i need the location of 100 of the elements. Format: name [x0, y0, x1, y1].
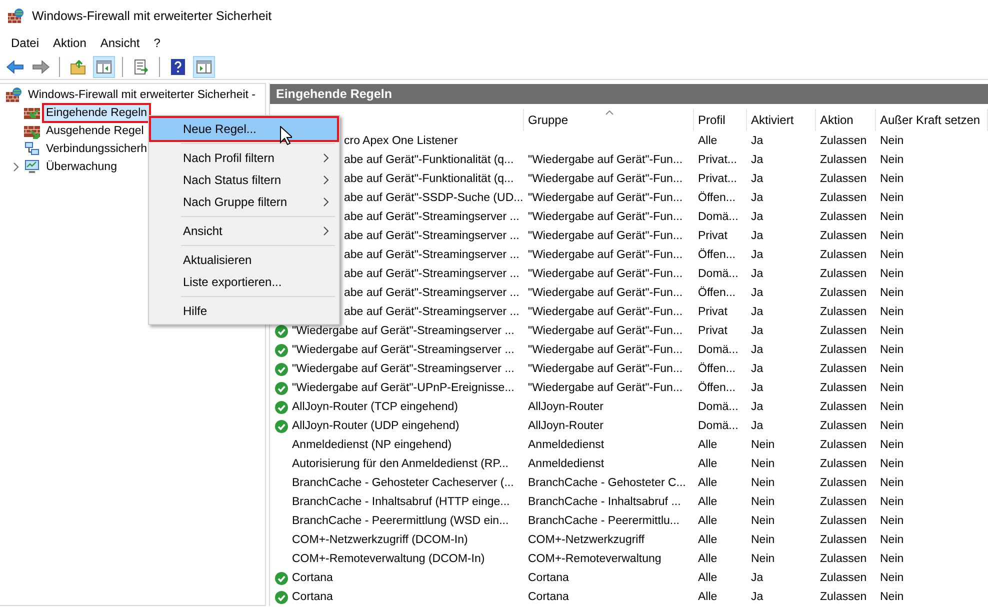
- table-cell-text: "Wiedergabe auf Gerät"-Streamingserver ...: [292, 362, 514, 377]
- table-cell-text: Privat: [697, 324, 728, 339]
- menu-item[interactable]: Nach Profil filtern: [151, 147, 337, 169]
- table-cell-text: Ja: [750, 153, 764, 168]
- table-cell-text: Nein: [879, 172, 905, 187]
- check-icon: [275, 324, 288, 338]
- table-cell-text: Anmeldedienst (NP eingehend): [292, 438, 452, 453]
- menu-item[interactable]: ?: [146, 32, 168, 54]
- table-cell-text: Cortana: [292, 571, 333, 586]
- table-cell-text: abe auf Gerät"-Streamingserver ...: [344, 305, 520, 320]
- menu-item[interactable]: Liste exportieren...: [151, 271, 337, 293]
- menu-item[interactable]: Hilfe: [151, 300, 337, 322]
- table-cell-text: Alle: [697, 571, 718, 586]
- table-cell-text: "Wiedergabe auf Gerät"-Fun...: [527, 210, 684, 225]
- table-cell-text: Ja: [750, 381, 764, 396]
- help-icon: [171, 58, 185, 74]
- table-cell-text: Öffen...: [697, 285, 737, 301]
- table-cell-text: Nein: [879, 419, 905, 434]
- table-cell-text: abe auf Gerät"-Streamingserver ...: [344, 286, 520, 301]
- table-cell-text: Nein: [879, 134, 905, 149]
- tree-item[interactable]: Verbindungssicherh: [44, 141, 150, 157]
- column-header[interactable]: Aktion: [816, 109, 876, 131]
- menu-item[interactable]: Nach Gruppe filtern: [151, 191, 337, 213]
- table-cell-text: "Wiedergabe auf Gerät"-Fun...: [527, 381, 684, 396]
- table-cell-text: Nein: [750, 514, 776, 529]
- table-cell-text: Zulassen: [819, 343, 868, 358]
- toolbar-button[interactable]: [193, 56, 215, 78]
- table-cell-text: Ja: [750, 305, 764, 320]
- table-cell-text: Anmeldedienst: [527, 438, 606, 453]
- table-cell-text: Nein: [879, 552, 905, 567]
- table-cell-text: Autorisierung für den Anmeldedienst (RP...: [292, 457, 508, 472]
- mouse-cursor-icon: [280, 126, 292, 146]
- table-cell-text: Nein: [879, 533, 905, 548]
- table-cell-text: Ja: [750, 210, 764, 225]
- folder-up-icon: [70, 58, 86, 74]
- table-cell-text: Ja: [750, 172, 764, 187]
- forward-arrow-icon: [32, 58, 50, 74]
- table-cell-text: Privat: [697, 229, 728, 244]
- table-cell-text: COM+-Remoteverwaltung (DCOM-In): [292, 552, 485, 567]
- table-cell-text: COM+-Netzwerkzugriff (DCOM-In): [292, 533, 468, 548]
- table-cell-text: Nein: [879, 400, 905, 415]
- table-cell-text: Nein: [879, 153, 905, 168]
- table-cell-text: Zulassen: [819, 305, 868, 320]
- table-cell-text: Privat: [697, 305, 728, 320]
- table-cell-text: Öffen...: [697, 190, 737, 206]
- table-cell-text: Nein: [879, 590, 905, 605]
- column-header[interactable]: Profil: [694, 109, 747, 131]
- table-cell-text: Nein: [750, 476, 776, 491]
- menu-item[interactable]: Datei: [4, 32, 46, 54]
- column-header[interactable]: Aktiviert: [747, 109, 816, 131]
- check-icon: [275, 420, 288, 432]
- table-cell-text: Zulassen: [819, 153, 868, 168]
- tree-item[interactable]: Ausgehende Regel: [44, 123, 146, 139]
- column-header[interactable]: Außer Kraft setzen: [876, 109, 988, 131]
- column-header[interactable]: Gruppe: [524, 109, 694, 131]
- table-cell-text: Zulassen: [819, 419, 868, 434]
- table-cell-text: Cortana: [292, 590, 333, 605]
- pane-icon: [96, 58, 112, 74]
- table-cell-text: abe auf Gerät"-Streamingserver ...: [344, 267, 520, 282]
- table-cell-text: Alle: [697, 514, 718, 529]
- menu-item[interactable]: Ansicht: [151, 220, 337, 242]
- monitor-icon: [24, 159, 40, 175]
- table-cell-text: Ja: [750, 248, 764, 263]
- check-icon: [275, 572, 288, 584]
- table-cell-text: Alle: [697, 495, 718, 510]
- check-icon: [275, 382, 288, 394]
- table-cell-text: BranchCache - Inhaltsabruf ...: [527, 495, 682, 510]
- table-cell-text: Anmeldedienst: [527, 457, 606, 472]
- table-cell-text: BranchCache - Peerermittlung (WSD ein...: [292, 514, 509, 529]
- table-cell-text: BranchCache - Inhaltsabruf (HTTP einge...: [292, 495, 510, 510]
- table-cell-text: "Wiedergabe auf Gerät"-Fun...: [527, 248, 684, 263]
- menu-item[interactable]: Nach Status filtern: [151, 169, 337, 191]
- table-cell-text: Nein: [879, 438, 905, 453]
- table-cell-text: Ja: [750, 400, 764, 415]
- table-cell-text: Alle: [697, 533, 718, 548]
- menu-item[interactable]: Aktualisieren: [151, 249, 337, 271]
- table-cell-text: Cortana: [527, 590, 570, 605]
- table-cell-text: Zulassen: [819, 400, 868, 415]
- table-cell-text: Nein: [879, 457, 905, 472]
- tree-item[interactable]: Eingehende Regeln: [44, 105, 150, 121]
- tree-item[interactable]: Windows-Firewall mit erweiterter Sicherheit -: [26, 87, 258, 103]
- table-cell-text: abe auf Gerät"-Streamingserver ...: [344, 229, 520, 244]
- table-cell-text: Domä...: [697, 400, 740, 415]
- table-cell-text: "Wiedergabe auf Gerät"-UPnP-Ereignisse...: [292, 381, 514, 396]
- table-cell-text: "Wiedergabe auf Gerät"-Fun...: [527, 267, 684, 282]
- menu-item[interactable]: Ansicht: [93, 32, 147, 54]
- menu-item[interactable]: Neue Regel...: [151, 118, 337, 140]
- table-cell-text: Nein: [879, 210, 905, 225]
- menu-item[interactable]: Aktion: [46, 32, 94, 54]
- table-cell-text: Nein: [879, 476, 905, 491]
- pane-icon: [196, 58, 212, 74]
- tree-item[interactable]: Überwachung: [44, 159, 119, 175]
- check-icon: [275, 400, 288, 414]
- table-cell-text: Alle: [697, 476, 718, 491]
- toolbar-button[interactable]: [93, 56, 115, 78]
- table-cell-text: "Wiedergabe auf Gerät"-Fun...: [527, 324, 684, 339]
- table-cell-text: Nein: [750, 457, 776, 472]
- table-cell-text: Ja: [750, 343, 764, 358]
- table-cell-text: "Wiedergabe auf Gerät"-Fun...: [527, 229, 684, 244]
- table-cell-text: Ja: [750, 362, 764, 377]
